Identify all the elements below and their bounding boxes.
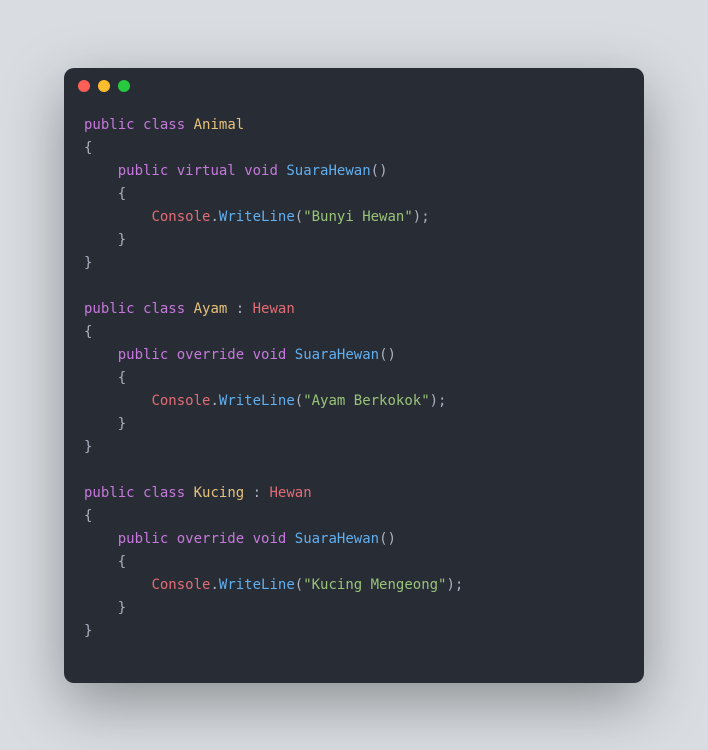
object: Console — [151, 209, 210, 225]
brace: { — [84, 186, 126, 202]
brace: { — [84, 554, 126, 570]
keyword: class — [143, 301, 185, 317]
code-line: Console.WriteLine("Bunyi Hewan"); — [84, 209, 430, 225]
method: WriteLine — [219, 209, 295, 225]
type: void — [244, 163, 278, 179]
code-line: Console.WriteLine("Ayam Berkokok"); — [84, 393, 446, 409]
class-name: Ayam — [194, 301, 228, 317]
code-line: public override void SuaraHewan() — [84, 347, 396, 363]
keyword: public — [84, 117, 135, 133]
brace: } — [84, 623, 92, 639]
keyword: public — [84, 301, 135, 317]
function-name: SuaraHewan — [295, 347, 379, 363]
keyword: public — [118, 163, 169, 179]
keyword: public — [118, 347, 169, 363]
keyword: virtual — [177, 163, 236, 179]
maximize-icon[interactable] — [118, 80, 130, 92]
keyword: class — [143, 485, 185, 501]
code-line: public class Ayam : Hewan — [84, 301, 295, 317]
code-line: Console.WriteLine("Kucing Mengeong"); — [84, 577, 463, 593]
function-name: SuaraHewan — [286, 163, 370, 179]
string: "Bunyi Hewan" — [303, 209, 413, 225]
brace: } — [84, 600, 126, 616]
brace: } — [84, 439, 92, 455]
brace: } — [84, 232, 126, 248]
keyword: override — [177, 347, 244, 363]
code-window: public class Animal { public virtual voi… — [64, 68, 644, 683]
class-name: Animal — [194, 117, 245, 133]
code-line: public class Kucing : Hewan — [84, 485, 312, 501]
code-line: public override void SuaraHewan() — [84, 531, 396, 547]
keyword: override — [177, 531, 244, 547]
string: "Ayam Berkokok" — [303, 393, 429, 409]
brace: { — [84, 140, 92, 156]
type: void — [253, 347, 287, 363]
type: void — [253, 531, 287, 547]
base-class: Hewan — [269, 485, 311, 501]
brace: { — [84, 508, 92, 524]
keyword: public — [118, 531, 169, 547]
method: WriteLine — [219, 577, 295, 593]
code-line: public virtual void SuaraHewan() — [84, 163, 388, 179]
method: WriteLine — [219, 393, 295, 409]
function-name: SuaraHewan — [295, 531, 379, 547]
string: "Kucing Mengeong" — [303, 577, 446, 593]
keyword: class — [143, 117, 185, 133]
object: Console — [151, 393, 210, 409]
keyword: public — [84, 485, 135, 501]
code-content: public class Animal { public virtual voi… — [64, 104, 644, 683]
base-class: Hewan — [253, 301, 295, 317]
titlebar — [64, 68, 644, 104]
brace: } — [84, 255, 92, 271]
minimize-icon[interactable] — [98, 80, 110, 92]
brace: { — [84, 370, 126, 386]
brace: } — [84, 416, 126, 432]
class-name: Kucing — [194, 485, 245, 501]
code-line: public class Animal — [84, 117, 244, 133]
close-icon[interactable] — [78, 80, 90, 92]
brace: { — [84, 324, 92, 340]
object: Console — [151, 577, 210, 593]
